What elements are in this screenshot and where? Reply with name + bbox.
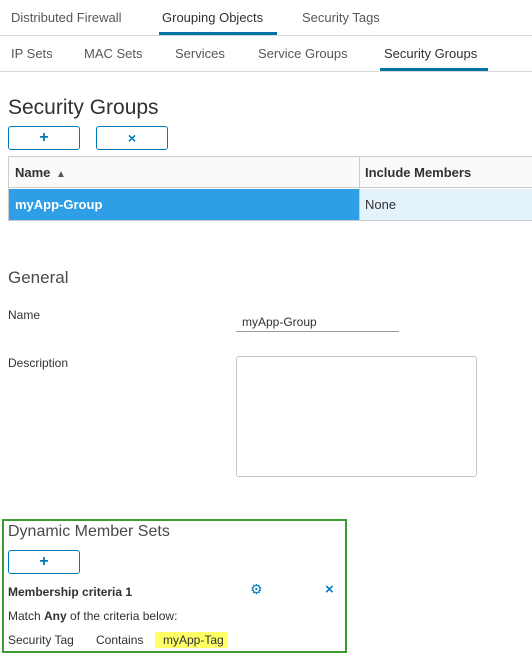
plus-icon: + — [39, 553, 49, 570]
delete-button[interactable]: × — [96, 126, 168, 150]
tab-ip-sets[interactable]: IP Sets — [11, 46, 53, 61]
primary-tab-bar: Distributed Firewall Grouping Objects Se… — [0, 0, 532, 36]
add-criteria-button[interactable]: + — [8, 550, 80, 574]
secondary-tab-bar: IP Sets MAC Sets Services Service Groups… — [0, 36, 532, 72]
description-label: Description — [8, 356, 69, 370]
cell-group-name[interactable]: myApp-Group — [15, 189, 102, 220]
plus-icon: + — [39, 129, 49, 146]
column-header-name[interactable]: Name ▲ — [15, 157, 66, 188]
table-row[interactable]: myApp-Group None — [9, 189, 532, 220]
criterion-field[interactable]: Security Tag — [8, 633, 74, 647]
dynamic-member-sets-title: Dynamic Member Sets — [8, 523, 170, 540]
gear-icon[interactable]: ⚙ — [250, 583, 263, 597]
column-divider — [359, 157, 360, 220]
tab-service-groups[interactable]: Service Groups — [258, 46, 348, 61]
security-groups-grid: Name ▲ Include Members myApp-Group None — [8, 156, 532, 221]
close-icon: × — [127, 130, 137, 146]
name-field[interactable] — [236, 312, 399, 332]
column-header-include-members[interactable]: Include Members — [365, 157, 471, 188]
match-criteria-text: Match Any of the criteria below: — [8, 609, 178, 623]
tab-mac-sets[interactable]: MAC Sets — [84, 46, 143, 61]
description-field[interactable] — [236, 356, 477, 477]
tab-security-tags[interactable]: Security Tags — [302, 10, 380, 25]
close-icon[interactable]: × — [325, 582, 334, 597]
tab-distributed-firewall[interactable]: Distributed Firewall — [11, 10, 122, 25]
criterion-value[interactable]: myApp-Tag — [155, 632, 228, 648]
criterion-operator[interactable]: Contains — [96, 633, 143, 647]
general-section-title: General — [8, 268, 69, 287]
tab-grouping-objects[interactable]: Grouping Objects — [162, 10, 263, 25]
active-tab-indicator — [159, 32, 277, 35]
name-label: Name — [8, 308, 41, 322]
criteria-title: Membership criteria 1 — [8, 585, 133, 599]
cell-include-members: None — [365, 197, 397, 212]
tab-security-groups[interactable]: Security Groups — [384, 46, 477, 61]
active-subtab-indicator — [380, 68, 488, 71]
tab-services[interactable]: Services — [175, 46, 225, 61]
add-button[interactable]: + — [8, 126, 80, 150]
page-title: Security Groups — [8, 96, 159, 119]
match-any-value[interactable]: Any — [44, 609, 67, 623]
dynamic-member-sets-panel: Dynamic Member Sets + Membership criteri… — [2, 519, 347, 653]
grid-header: Name ▲ Include Members — [9, 157, 532, 188]
sort-ascending-icon: ▲ — [56, 169, 66, 180]
